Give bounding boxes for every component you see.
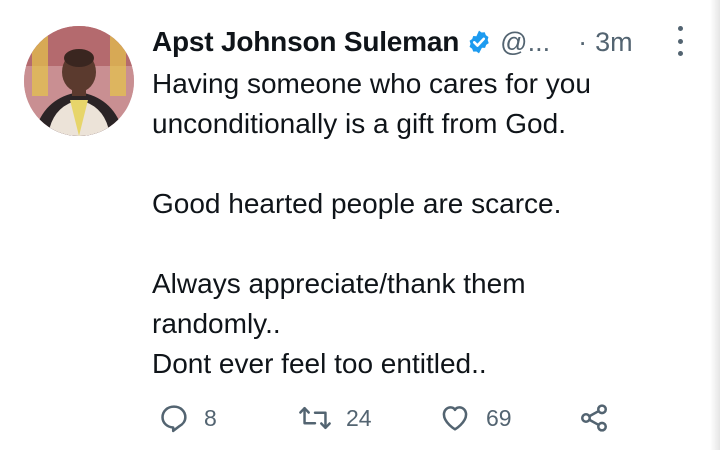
- reply-count: 8: [204, 404, 217, 431]
- scroll-edge-shadow: [710, 0, 720, 450]
- tweet-blank-line: [152, 224, 692, 264]
- retweet-count: 24: [346, 404, 372, 431]
- like-icon: [438, 402, 472, 434]
- tweet-line: unconditionally is a gift from God.: [152, 108, 566, 139]
- tweet-line: Good hearted people are scarce.: [152, 188, 562, 219]
- share-icon: [578, 402, 610, 434]
- more-dot: [677, 26, 683, 31]
- reply-button[interactable]: 8: [158, 398, 217, 438]
- tweet-timestamp[interactable]: 3m: [595, 27, 633, 58]
- tweet-header: Apst Johnson Suleman @... · 3m: [152, 24, 690, 60]
- tweet-line: Having someone who cares for you: [152, 68, 591, 99]
- verified-badge-icon: [466, 29, 492, 55]
- author-name[interactable]: Apst Johnson Suleman: [152, 26, 459, 58]
- reply-icon: [158, 402, 190, 434]
- like-count: 69: [486, 404, 512, 431]
- like-button[interactable]: 69: [438, 398, 512, 438]
- retweet-button[interactable]: 24: [298, 398, 372, 438]
- tweet-actions: 8 24 69: [152, 398, 622, 438]
- tweet-line: randomly..: [152, 308, 281, 339]
- tweet-line: Always appreciate/thank them: [152, 268, 526, 299]
- author-handle[interactable]: @...: [500, 27, 550, 58]
- retweet-icon: [298, 402, 332, 434]
- more-options-icon[interactable]: [672, 26, 688, 56]
- avatar-image: [24, 26, 134, 136]
- tweet-line: Dont ever feel too entitled..: [152, 348, 487, 379]
- more-dot: [677, 51, 683, 56]
- share-button[interactable]: [578, 398, 610, 438]
- tweet-text: Having someone who cares for you uncondi…: [152, 64, 692, 384]
- separator-dot: ·: [578, 26, 588, 57]
- tweet-blank-line: [152, 144, 692, 184]
- author-avatar[interactable]: [24, 26, 134, 136]
- more-dot: [677, 38, 683, 44]
